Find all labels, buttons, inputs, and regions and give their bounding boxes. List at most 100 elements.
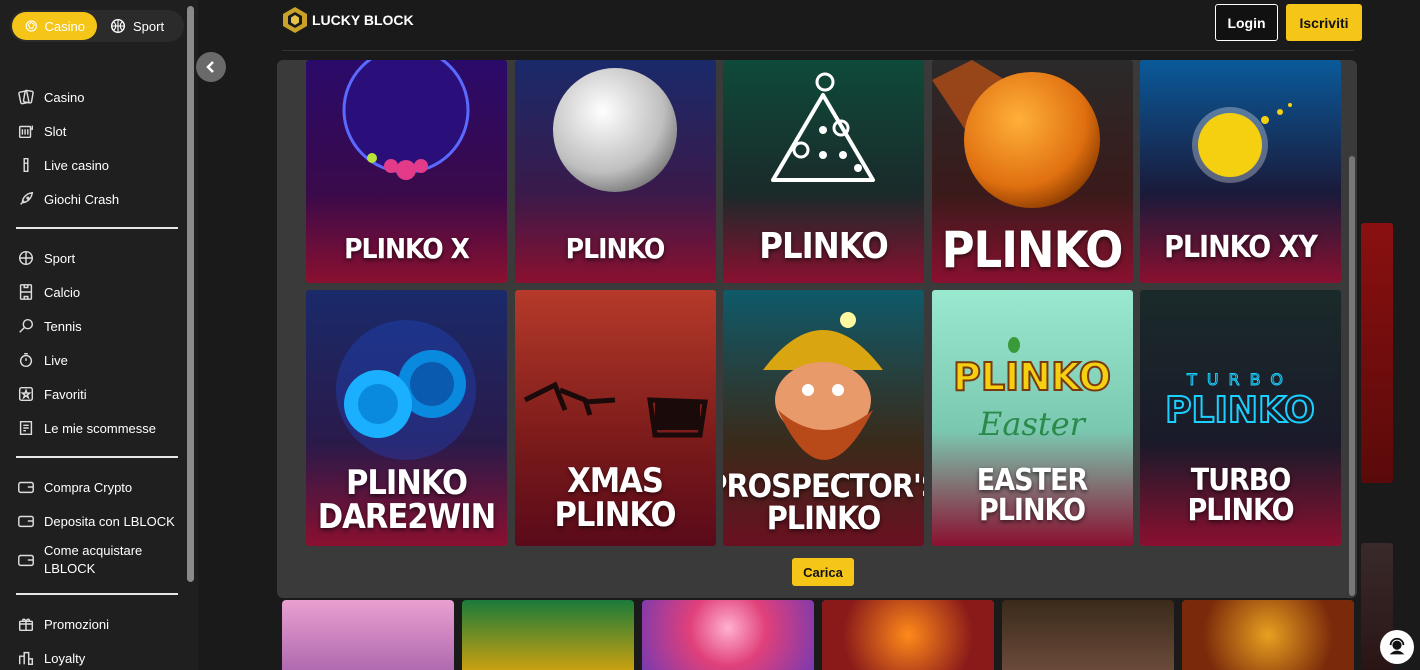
sidebar-item-label: Slot xyxy=(44,123,67,139)
game-title: PLINKO DARE2WIN xyxy=(317,463,497,537)
chevron-left-icon xyxy=(206,61,214,73)
game-title: PLINKO xyxy=(759,226,889,267)
logo[interactable]: LUCKY BLOCK xyxy=(282,6,414,34)
sidebar-item-label: Loyalty xyxy=(44,650,86,666)
stopwatch-icon xyxy=(16,350,36,370)
sidebar: Casino Sport Casino Slot Live casino Gio… xyxy=(0,0,198,670)
sidebar-item-label: Tennis xyxy=(44,318,82,334)
sidebar-item-label: Casino xyxy=(44,89,85,105)
page: Casino Sport Casino Slot Live casino Gio… xyxy=(0,0,1420,670)
logo-text: LUCKY BLOCK xyxy=(312,12,414,28)
sidebar-item-label: Live casino xyxy=(44,157,110,173)
sidebar-item-tennis[interactable]: Tennis xyxy=(16,309,178,343)
sidebar-item-label: Favoriti xyxy=(44,386,87,402)
sidebar-item-label: Live xyxy=(44,352,68,368)
search-results-panel: PLINKO X PLINKO PLINKO PLINKO PLINKO XY … xyxy=(277,60,1357,598)
svg-text:Easter: Easter xyxy=(978,405,1087,443)
game-thumbnail[interactable] xyxy=(462,600,634,670)
login-button[interactable]: Login xyxy=(1215,4,1278,41)
tennis-racket-icon xyxy=(16,316,36,336)
header-divider xyxy=(282,50,1354,51)
game-thumbnail[interactable] xyxy=(282,600,454,670)
game-card[interactable]: PLINKO xyxy=(723,60,924,283)
game-title: XMAS PLINKO xyxy=(554,461,676,535)
sidebar-item-live[interactable]: Live xyxy=(16,343,178,377)
game-card[interactable]: PLINKO xyxy=(514,60,716,283)
live-casino-icon xyxy=(16,155,36,175)
sidebar-item-deposit-lblock[interactable]: Deposita con LBLOCK xyxy=(16,504,178,538)
rocket-icon xyxy=(16,189,36,209)
game-title: PROSPECTOR'S PLINKO xyxy=(723,467,924,537)
sidebar-item-label: Deposita con LBLOCK xyxy=(44,513,175,529)
loyalty-icon xyxy=(16,648,36,668)
sidebar-scrollbar[interactable] xyxy=(187,6,194,582)
game-card[interactable]: PLINKO xyxy=(931,60,1133,283)
game-card[interactable]: TURBO PLINKO TURBO PLINKO xyxy=(1140,290,1341,546)
star-icon xyxy=(16,384,36,404)
wallet-icon xyxy=(16,477,36,497)
basketball-icon xyxy=(16,248,36,268)
sidebar-item-buy-crypto[interactable]: Compra Crypto xyxy=(16,470,178,504)
sidebar-nav: Casino Slot Live casino Giochi Crash Spo… xyxy=(16,80,178,670)
sidebar-item-label: Promozioni xyxy=(44,616,110,632)
headset-icon xyxy=(1389,637,1405,655)
panel-scrollbar[interactable] xyxy=(1349,156,1355,596)
lucky-block-logo-icon xyxy=(283,7,307,33)
sidebar-item-label: Compra Crypto xyxy=(44,479,133,495)
tab-sport[interactable]: Sport xyxy=(97,12,176,40)
game-title: PLINKO xyxy=(565,232,666,265)
gift-icon xyxy=(16,614,36,634)
tab-sport-label: Sport xyxy=(133,18,165,34)
game-card[interactable]: PLINKO XY xyxy=(1140,60,1341,283)
game-thumbnail[interactable] xyxy=(822,600,994,670)
tab-casino-label: Casino xyxy=(44,18,85,34)
game-card[interactable]: PLINKO X xyxy=(306,60,507,283)
sidebar-item-calcio[interactable]: Calcio xyxy=(16,275,178,309)
wallet-icon xyxy=(16,550,36,570)
support-chat-button[interactable] xyxy=(1380,630,1414,664)
game-title: PLINKO XY xyxy=(1164,230,1318,265)
game-card[interactable]: PLINKO Easter EASTER PLINKO xyxy=(931,290,1133,546)
game-thumbnail[interactable] xyxy=(642,600,814,670)
sidebar-item-how-to-buy[interactable]: Come acquistare LBLOCK xyxy=(16,538,178,582)
top-tabs: Casino Sport xyxy=(10,10,184,42)
sidebar-item-loyalty[interactable]: Loyalty xyxy=(16,641,178,670)
football-field-icon xyxy=(16,282,36,302)
game-card[interactable]: XMAS PLINKO xyxy=(514,290,716,546)
signup-button[interactable]: Iscriviti xyxy=(1286,4,1362,41)
sidebar-item-label: Giochi Crash xyxy=(44,191,120,207)
sidebar-item-sport[interactable]: Sport xyxy=(16,241,178,275)
sidebar-item-live-casino[interactable]: Live casino xyxy=(16,148,178,182)
load-more-button[interactable]: Carica xyxy=(792,558,854,586)
game-card[interactable]: PROSPECTOR'S PLINKO xyxy=(723,290,924,546)
divider xyxy=(16,456,178,458)
game-title: TURBO PLINKO xyxy=(1187,463,1294,528)
game-title: PLINKO X xyxy=(344,232,470,265)
betslip-icon xyxy=(16,418,36,438)
svg-text:PLINKO: PLINKO xyxy=(1165,390,1315,431)
casino-chip-icon xyxy=(25,20,37,32)
sidebar-item-my-bets[interactable]: Le mie scommesse xyxy=(16,411,178,445)
game-thumbnail[interactable] xyxy=(1182,600,1354,670)
collapse-sidebar-button[interactable] xyxy=(196,52,226,82)
wallet-icon xyxy=(16,511,36,531)
game-card[interactable]: PLINKO DARE2WIN xyxy=(306,290,507,546)
game-thumbnail-strip xyxy=(282,600,1354,670)
tab-casino[interactable]: Casino xyxy=(12,12,97,40)
game-title: PLINKO xyxy=(941,221,1124,279)
sidebar-item-casino[interactable]: Casino xyxy=(16,80,178,114)
slot-machine-icon xyxy=(16,121,36,141)
sidebar-item-slot[interactable]: Slot xyxy=(16,114,178,148)
sidebar-item-label: Sport xyxy=(44,250,76,266)
sidebar-item-label: Le mie scommesse xyxy=(44,420,156,436)
divider xyxy=(16,593,178,595)
sidebar-item-label: Come acquistare LBLOCK xyxy=(44,543,143,576)
side-banner[interactable] xyxy=(1361,223,1393,483)
game-thumbnail[interactable] xyxy=(1002,600,1174,670)
divider xyxy=(16,227,178,229)
sidebar-item-promozioni[interactable]: Promozioni xyxy=(16,607,178,641)
sidebar-item-favoriti[interactable]: Favoriti xyxy=(16,377,178,411)
sidebar-item-crash-games[interactable]: Giochi Crash xyxy=(16,182,178,216)
basketball-icon xyxy=(110,18,126,34)
game-grid: PLINKO X PLINKO PLINKO PLINKO PLINKO XY … xyxy=(306,60,1341,546)
